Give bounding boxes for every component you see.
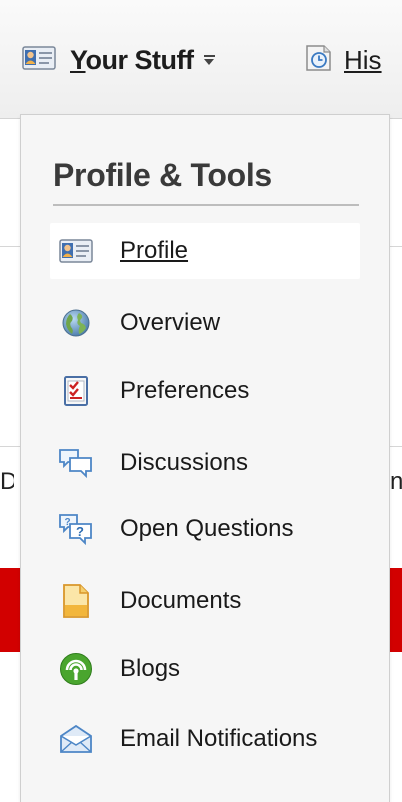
background-red-band-left [0, 568, 20, 652]
background-text-fragment-left: D [0, 468, 14, 495]
dropdown-title: Profile & Tools [53, 157, 272, 193]
checklist-icon [56, 371, 96, 411]
document-icon [56, 581, 96, 621]
history-icon [302, 42, 334, 79]
menu-item-open-questions[interactable]: ? ? Open Questions [50, 501, 360, 557]
dropdown-title-divider [53, 204, 359, 206]
menu-item-label: Profile [120, 237, 189, 264]
menu-item-blogs[interactable]: Blogs [50, 641, 360, 697]
menu-item-overview[interactable]: Overview [50, 295, 360, 351]
your-stuff-label: Your Stuff [70, 44, 194, 75]
svg-text:?: ? [76, 524, 84, 539]
question-bubbles-icon: ? ? [56, 509, 96, 549]
dropdown-caret-icon [203, 55, 215, 65]
menu-item-label: Documents [120, 587, 242, 614]
menu-item-email-notifications[interactable]: Email Notifications [50, 711, 360, 767]
menu-item-label: Blogs [120, 655, 181, 682]
menu-item-discussions[interactable]: Discussions [50, 435, 360, 491]
envelope-icon [56, 719, 96, 759]
top-navigation-bar: Your Stuff His [0, 0, 402, 119]
your-stuff-menu-button[interactable]: Your Stuff [22, 38, 215, 82]
history-label: His [344, 44, 382, 75]
menu-item-label: Preferences [120, 377, 250, 404]
history-menu-button[interactable]: His [302, 38, 382, 82]
menu-item-preferences[interactable]: Preferences [50, 363, 360, 419]
menu-item-documents[interactable]: Documents [50, 573, 360, 629]
background-text-fragment-right: n [390, 468, 402, 495]
profile-card-icon [56, 231, 96, 271]
menu-item-label: Discussions [120, 449, 249, 476]
globe-icon [56, 303, 96, 343]
profile-card-icon [22, 45, 56, 76]
background-red-band-right [388, 568, 402, 652]
menu-item-label: Email Notifications [120, 725, 318, 752]
your-stuff-dropdown-panel: Profile & Tools Profile Overview Prefere… [20, 114, 390, 802]
rss-icon [56, 649, 96, 689]
menu-item-profile[interactable]: Profile [50, 223, 360, 279]
menu-item-label: Overview [120, 309, 221, 336]
speech-bubbles-icon [56, 443, 96, 483]
menu-item-label: Open Questions [120, 515, 294, 542]
